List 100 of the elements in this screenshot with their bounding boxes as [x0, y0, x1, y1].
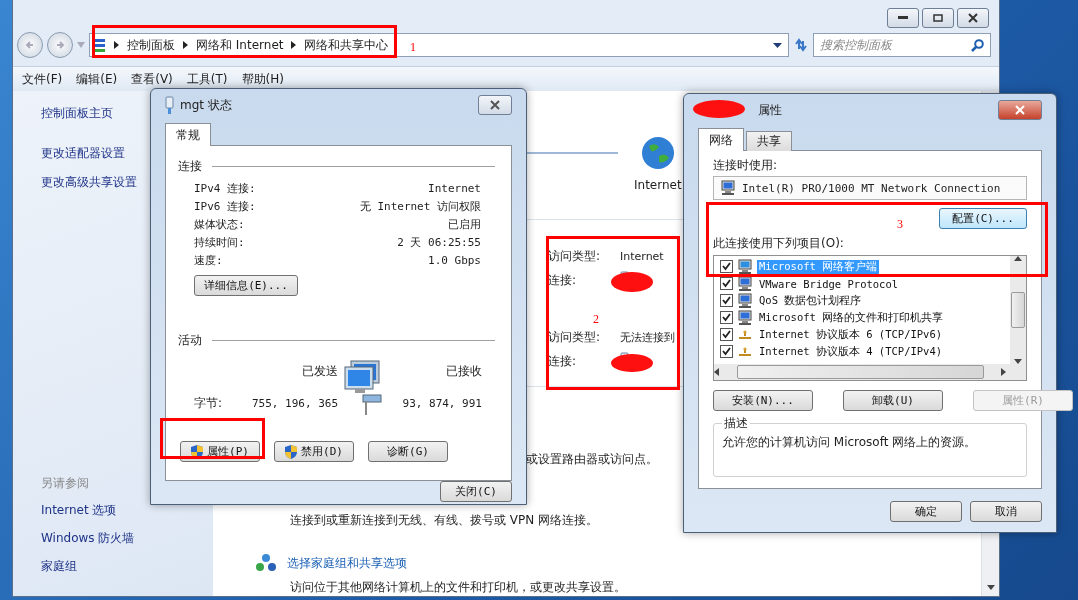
list-item[interactable]: Internet 协议版本 4 (TCP/IPv4)	[757, 344, 945, 359]
close-icon	[490, 100, 500, 110]
access-type-value: 无法连接到	[620, 330, 675, 346]
info-value: 已启用	[448, 216, 481, 232]
computer-icon	[737, 309, 753, 326]
ok-button[interactable]: 确定	[890, 501, 962, 522]
list-item[interactable]: Internet 协议版本 6 (TCP/IPv6)	[757, 327, 945, 342]
horizontal-scrollbar[interactable]	[714, 364, 1026, 380]
dialog-title: mgt 状态	[180, 96, 232, 114]
sidebar-link[interactable]: Windows 防火墙	[41, 530, 135, 547]
shield-icon	[191, 444, 204, 459]
maximize-button[interactable]	[922, 8, 954, 28]
task-description: 或设置路由器或访问点。	[526, 451, 658, 468]
breadcrumb-item[interactable]: 网络和 Internet	[196, 36, 284, 54]
checkbox[interactable]	[720, 328, 733, 341]
chevron-right-icon	[114, 41, 119, 49]
disable-button[interactable]: 禁用(D)	[274, 441, 354, 462]
forward-arrow-icon	[55, 40, 65, 50]
dialog-tab[interactable]: 网络	[698, 128, 744, 151]
list-item[interactable]: VMware Bridge Protocol	[757, 277, 901, 290]
restore-icon	[933, 14, 943, 22]
menu-item[interactable]: 编辑(E)	[76, 70, 118, 88]
group-heading: 活动	[178, 332, 202, 349]
checkbox[interactable]	[720, 311, 733, 324]
network-plug-icon	[165, 96, 174, 114]
description-text: 允许您的计算机访问 Microsoft 网络上的资源。	[722, 435, 977, 449]
items-label: 此连接使用下列项目(O):	[713, 235, 845, 252]
chevron-right-icon	[291, 41, 297, 49]
info-label: IPv4 连接:	[194, 180, 256, 196]
access-type-label: 访问类型:	[548, 329, 602, 347]
access-type-label: 访问类型:	[548, 248, 602, 266]
close-dialog-button[interactable]: 关闭(C)	[440, 481, 512, 502]
install-button[interactable]: 安装(N)...	[713, 390, 813, 411]
sidebar-link[interactable]: 控制面板主页	[41, 105, 113, 122]
info-label: 持续时间:	[194, 234, 245, 250]
adapter-name: Intel(R) PRO/1000 MT Network Connection	[742, 181, 1001, 195]
computer-icon	[737, 275, 753, 292]
checkbox[interactable]	[720, 277, 733, 290]
info-value: 1.0 Gbps	[428, 253, 481, 267]
menu-item[interactable]: 查看(V)	[131, 70, 173, 88]
close-button[interactable]	[478, 95, 512, 115]
minimize-button[interactable]	[887, 8, 919, 28]
group-heading: 连接	[178, 158, 202, 175]
network-adapter-icon	[720, 180, 736, 196]
configure-button[interactable]: 配置(C)...	[939, 208, 1027, 229]
close-icon	[968, 13, 978, 23]
internet-label: Internet	[634, 178, 682, 192]
scroll-down-arrow-icon[interactable]	[986, 585, 995, 590]
dialog-tab[interactable]: 常规	[165, 123, 211, 146]
homegroup-link[interactable]: 选择家庭组和共享选项	[287, 554, 407, 572]
scroll-up-arrow-icon[interactable]	[1014, 256, 1022, 261]
list-item[interactable]: Microsoft 网络的文件和打印机共享	[757, 310, 946, 325]
checkbox[interactable]	[720, 260, 733, 273]
search-icon[interactable]	[971, 38, 984, 52]
info-value: 无 Internet 访问权限	[359, 198, 481, 214]
dialog-title: 属性	[758, 101, 782, 119]
network-protocol-icon	[737, 329, 753, 340]
sidebar-link[interactable]: 更改适配器设置	[41, 145, 125, 162]
close-icon	[1015, 105, 1025, 115]
control-panel-icon	[94, 38, 106, 52]
details-button[interactable]: 详细信息(E)...	[194, 275, 298, 296]
info-value: 2 天 06:25:55	[397, 234, 481, 250]
bytes-sent-value: 755, 196, 365	[251, 396, 338, 410]
checkbox[interactable]	[720, 345, 733, 358]
chevron-right-icon	[183, 41, 188, 49]
network-client-icon	[737, 258, 753, 275]
checkbox[interactable]	[720, 294, 733, 307]
diagnose-button[interactable]: 诊断(G)	[368, 441, 448, 462]
breadcrumb-item[interactable]: 控制面板	[127, 36, 175, 54]
connection-label: 连接:	[548, 271, 578, 289]
uninstall-button[interactable]: 卸载(U)	[843, 390, 943, 411]
dialog-tab[interactable]: 共享	[746, 131, 792, 151]
annotation-number: 3	[897, 217, 903, 232]
sent-label: 已发送	[302, 362, 338, 380]
scroll-left-arrow-icon[interactable]	[714, 368, 719, 376]
sidebar-link[interactable]: Internet 选项	[41, 502, 117, 519]
list-item[interactable]: QoS 数据包计划程序	[757, 293, 864, 308]
menu-item[interactable]: 工具(T)	[186, 70, 228, 88]
info-label: IPv6 连接:	[194, 198, 256, 214]
refresh-icon[interactable]	[793, 37, 809, 53]
minimize-icon	[898, 16, 908, 20]
vertical-scrollbar[interactable]	[1010, 256, 1026, 364]
task-description: 访问位于其他网络计算机上的文件和打印机，或更改共享设置。	[290, 579, 626, 596]
sidebar-link[interactable]: 更改高级共享设置	[41, 174, 137, 191]
menu-item[interactable]: 帮助(H)	[241, 70, 284, 88]
info-label: 速度:	[194, 252, 223, 268]
breadcrumb-item[interactable]: 网络和共享中心	[304, 36, 389, 54]
connect-using-label: 连接时使用:	[713, 157, 779, 174]
cancel-button[interactable]: 取消	[970, 501, 1042, 522]
homegroup-icon	[255, 553, 277, 573]
connection-label: 连接:	[548, 352, 578, 370]
sidebar-link[interactable]: 家庭组	[41, 558, 77, 575]
properties-button[interactable]: 属性(P)	[180, 441, 260, 462]
search-field[interactable]: 搜索控制面板	[813, 33, 991, 57]
close-button[interactable]	[957, 8, 989, 28]
scroll-down-arrow-icon[interactable]	[1014, 359, 1022, 364]
menu-item[interactable]: 文件(F)	[22, 70, 63, 88]
dropdown-arrow-icon[interactable]	[773, 42, 782, 48]
scroll-right-arrow-icon[interactable]	[1001, 368, 1006, 376]
bytes-received-value: 93, 874, 991	[402, 396, 482, 410]
